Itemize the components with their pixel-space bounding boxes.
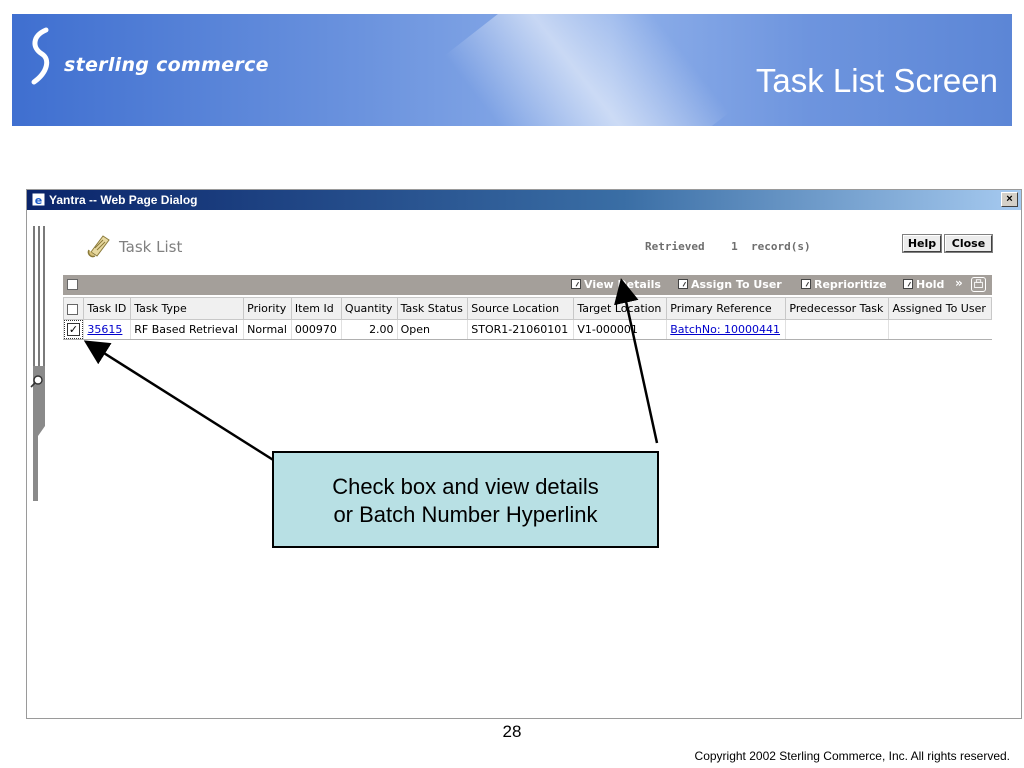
column-header[interactable]: Source Location xyxy=(467,297,575,320)
task-list-heading: Task List xyxy=(119,238,183,256)
column-header[interactable]: Primary Reference xyxy=(666,297,787,320)
view-details-action[interactable]: View Details xyxy=(571,277,661,293)
task-table: Task ID Task Type Priority Item Id Quant… xyxy=(62,297,992,340)
copyright-notice: Copyright 2002 Sterling Commerce, Inc. A… xyxy=(694,749,1010,763)
action-arrow-icon xyxy=(801,279,811,289)
callout-line-2: or Batch Number Hyperlink xyxy=(333,502,598,527)
row-checkbox-cell: ✓ xyxy=(62,319,84,340)
column-header[interactable]: Predecessor Task xyxy=(785,297,890,320)
table-row[interactable]: ✓ 35615 RF Based Retrieval Normal 000970… xyxy=(62,319,992,340)
column-header[interactable]: Task ID xyxy=(83,297,132,320)
column-header[interactable]: Item Id xyxy=(290,297,342,320)
page-number: 28 xyxy=(502,722,522,741)
magnifier-icon[interactable] xyxy=(30,374,44,388)
more-actions-button[interactable]: » xyxy=(955,276,963,290)
reprioritize-action[interactable]: Reprioritize xyxy=(801,277,887,293)
column-header[interactable]: Assigned To User xyxy=(888,297,992,320)
column-header[interactable]: Task Status xyxy=(396,297,469,320)
quantity-cell: 2.00 xyxy=(340,319,398,340)
retrieved-status: Retrieved 1 record(s) xyxy=(645,240,811,253)
table-header-row: Task ID Task Type Priority Item Id Quant… xyxy=(62,297,992,320)
target-location-cell: V1-000001 xyxy=(573,319,667,340)
brand-name: sterling commerce xyxy=(64,54,269,76)
dialog-title: Yantra -- Web Page Dialog xyxy=(49,193,198,207)
assigned-to-user-cell xyxy=(888,319,992,340)
banner-highlight xyxy=(444,14,730,126)
view-details-label: View Details xyxy=(584,278,661,291)
select-all-checkbox[interactable] xyxy=(67,303,78,315)
reprioritize-label: Reprioritize xyxy=(814,278,887,291)
action-arrow-icon xyxy=(903,279,913,289)
retrieved-suffix: record(s) xyxy=(750,240,811,253)
action-arrow-icon xyxy=(571,279,581,289)
select-all-toggle[interactable] xyxy=(67,279,78,290)
scroll-icon xyxy=(87,235,110,258)
action-arrow-icon xyxy=(678,279,688,289)
window-close-button[interactable]: × xyxy=(1001,192,1018,207)
slide: sterling commerce Task List Screen e Yan… xyxy=(0,0,1024,768)
column-header[interactable]: Target Location xyxy=(573,297,668,320)
assign-to-user-label: Assign To User xyxy=(691,278,782,291)
task-id-link[interactable]: 35615 xyxy=(87,323,122,336)
assign-to-user-action[interactable]: Assign To User xyxy=(678,277,782,293)
task-status-cell: Open xyxy=(396,319,468,340)
sidebar-handle xyxy=(33,226,45,501)
retrieved-count: 1 xyxy=(731,240,738,253)
svg-text:e: e xyxy=(35,194,42,207)
task-id-cell: 35615 xyxy=(83,319,131,340)
column-header[interactable]: Quantity xyxy=(340,297,398,320)
primary-reference-cell: BatchNo: 10000441 xyxy=(666,319,786,340)
header-banner: sterling commerce Task List Screen xyxy=(12,14,1012,126)
column-header[interactable]: Task Type xyxy=(130,297,245,320)
batch-number-link[interactable]: BatchNo: 10000441 xyxy=(670,323,780,336)
retrieved-label: Retrieved xyxy=(645,240,705,253)
predecessor-task-cell xyxy=(785,319,889,340)
hold-action[interactable]: Hold xyxy=(903,277,944,293)
help-button[interactable]: Help xyxy=(902,234,942,253)
dialog-titlebar[interactable]: e Yantra -- Web Page Dialog × xyxy=(27,190,1021,210)
priority-cell: Normal xyxy=(243,319,292,340)
hold-label: Hold xyxy=(916,278,945,291)
source-location-cell: STOR1-21060101 xyxy=(467,319,574,340)
sterling-s-logo-icon xyxy=(31,27,50,85)
header-checkbox-cell xyxy=(62,297,85,320)
close-button[interactable]: Close xyxy=(944,234,993,253)
callout-line-1: Check box and view details xyxy=(332,474,599,499)
item-id-cell: 000970 xyxy=(290,319,342,340)
row-checkbox[interactable]: ✓ xyxy=(64,320,83,340)
print-icon[interactable] xyxy=(971,277,986,292)
sidebar-collapse-strip[interactable] xyxy=(30,226,48,501)
browser-icon: e xyxy=(31,192,46,207)
callout-box: Check box and view details or Batch Numb… xyxy=(272,451,659,548)
task-type-cell: RF Based Retrieval xyxy=(130,319,244,340)
slide-title: Task List Screen xyxy=(755,62,998,99)
action-bar: View Details Assign To User Reprioritize… xyxy=(63,275,992,295)
column-header[interactable]: Priority xyxy=(243,297,292,320)
